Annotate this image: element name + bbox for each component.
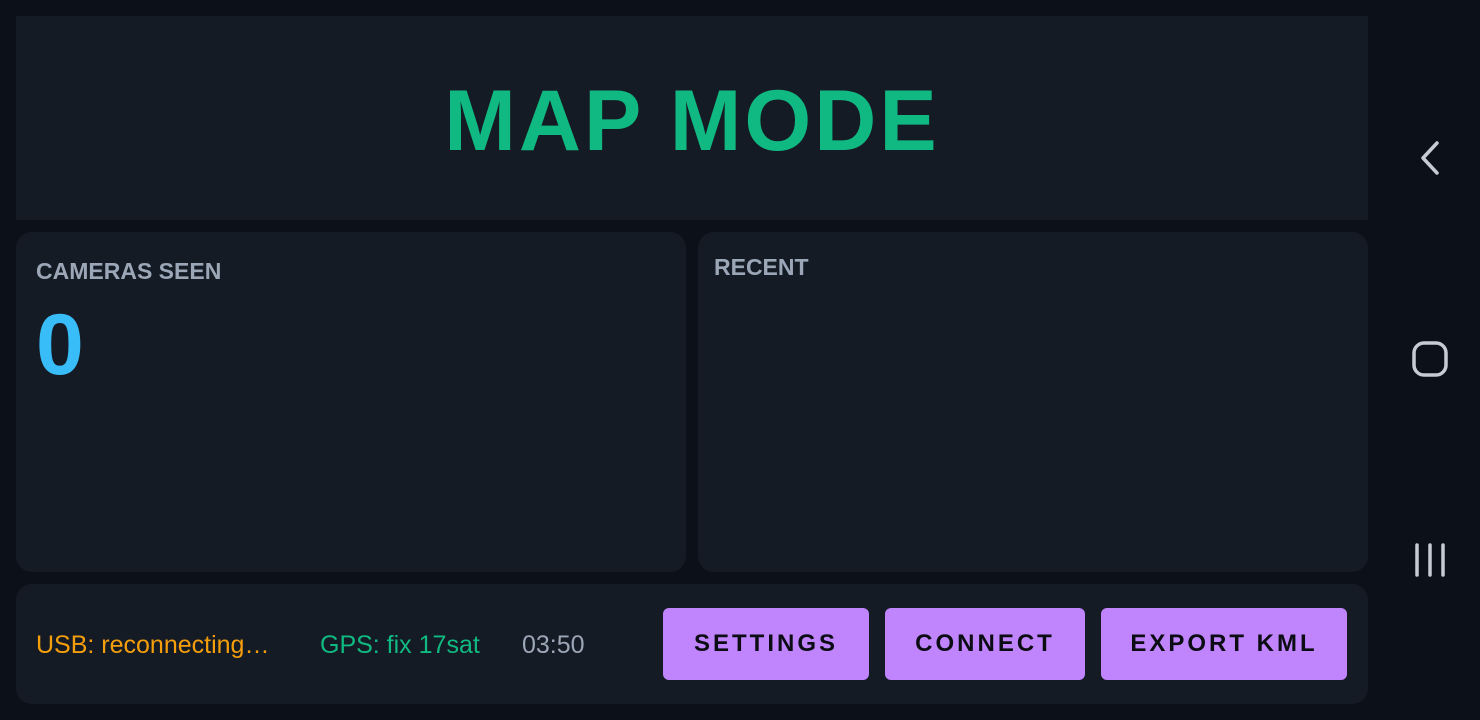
recent-panel: RECENT <box>698 232 1368 572</box>
rounded-square-icon <box>1412 341 1448 377</box>
three-bars-icon <box>1415 543 1445 577</box>
nav-home-button[interactable] <box>1400 329 1460 389</box>
elapsed-time: 03:50 <box>522 631 585 659</box>
cameras-seen-count: 0 <box>36 297 84 393</box>
system-navigation-bar <box>1380 0 1480 720</box>
nav-back-button[interactable] <box>1400 128 1460 188</box>
mode-header: MAP MODE <box>16 16 1368 220</box>
cameras-seen-panel: CAMERAS SEEN 0 <box>16 232 686 572</box>
settings-button[interactable]: SETTINGS <box>663 608 869 680</box>
status-bar: USB: reconnecting… GPS: fix 17sat 03:50 … <box>16 584 1368 704</box>
gps-status: GPS: fix 17sat <box>320 631 480 659</box>
chevron-left-icon <box>1421 141 1439 175</box>
export-kml-button[interactable]: EXPORT KML <box>1101 608 1347 680</box>
nav-recents-button[interactable] <box>1400 530 1460 590</box>
app-screen: MAP MODE CAMERAS SEEN 0 RECENT USB: reco… <box>0 0 1480 720</box>
connect-button[interactable]: CONNECT <box>885 608 1085 680</box>
recent-label: RECENT <box>714 254 809 280</box>
mode-title: MAP MODE <box>444 72 940 169</box>
cameras-seen-label: CAMERAS SEEN <box>36 258 222 284</box>
usb-status: USB: reconnecting… <box>36 631 270 659</box>
